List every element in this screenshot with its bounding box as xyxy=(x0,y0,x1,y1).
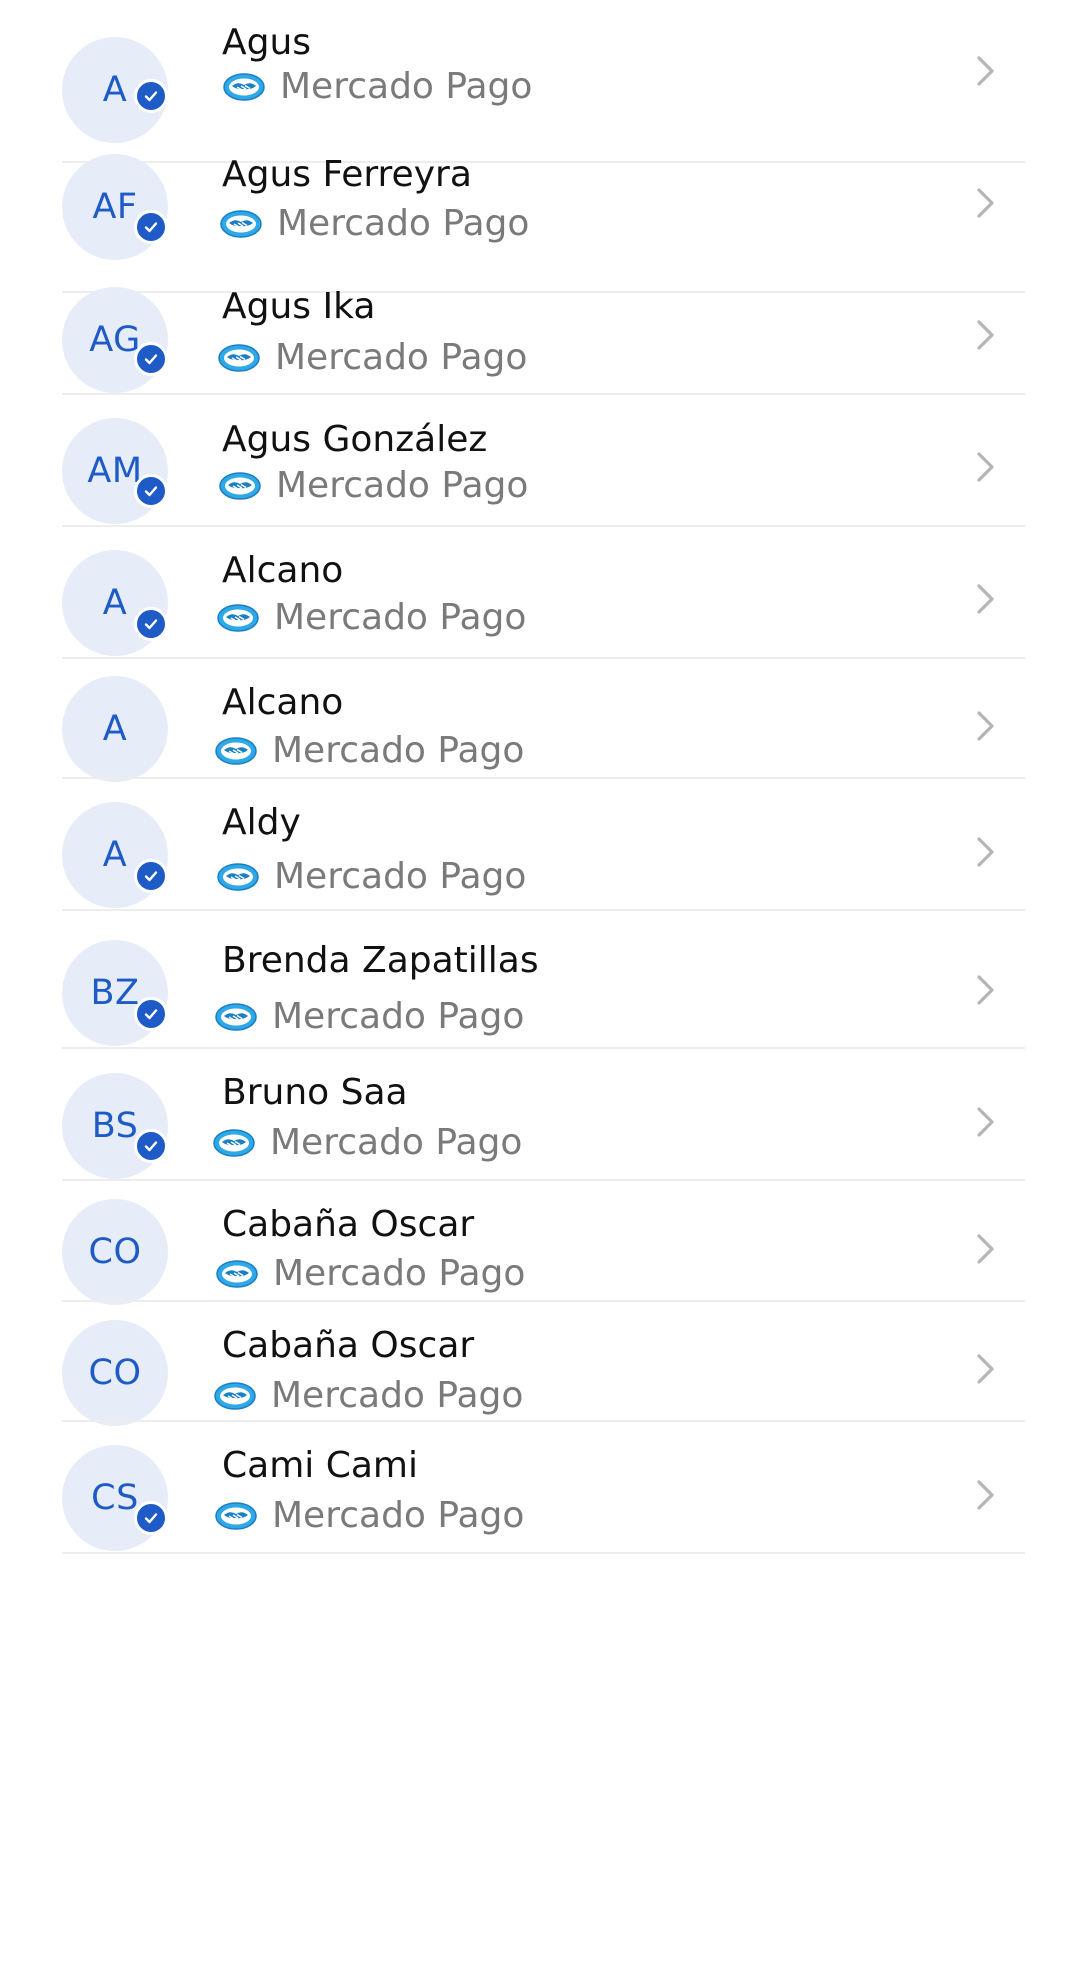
avatar: CO xyxy=(62,1320,168,1426)
row-divider xyxy=(62,1047,1025,1049)
chevron-right-icon xyxy=(977,320,994,350)
verified-check-icon xyxy=(134,1501,168,1535)
verified-check-icon xyxy=(134,210,168,244)
verified-check-icon xyxy=(134,474,168,508)
mercado-pago-logo-icon xyxy=(213,1128,255,1157)
row-divider xyxy=(62,1420,1025,1422)
mercado-pago-logo-icon xyxy=(215,736,257,765)
row-divider xyxy=(62,1179,1025,1181)
mercado-pago-logo-icon xyxy=(217,862,259,891)
mercado-pago-logo-icon xyxy=(216,1259,258,1288)
row-divider xyxy=(62,291,1025,293)
verified-check-icon xyxy=(134,607,168,641)
contact-list: A Agus Mercado Pago AF Agus Ferreyra Mercado … xyxy=(0,0,1080,1971)
chevron-right-icon xyxy=(977,1354,994,1384)
contact-name: Agus Ferreyra xyxy=(222,154,472,195)
avatar: A xyxy=(62,676,168,782)
provider-label: Mercado Pago xyxy=(215,1253,525,1294)
contact-name: Cabaña Oscar xyxy=(222,1204,475,1245)
contact-name: Agus Ika xyxy=(222,286,376,327)
provider-label: Mercado Pago xyxy=(217,337,527,378)
chevron-right-icon xyxy=(977,975,994,1005)
row-divider xyxy=(62,657,1025,659)
row-divider xyxy=(62,777,1025,779)
provider-name: Mercado Pago xyxy=(277,203,530,244)
provider-label: Mercado Pago xyxy=(214,996,524,1037)
avatar: CS xyxy=(62,1445,168,1551)
row-divider xyxy=(62,1300,1025,1302)
contact-name: Agus González xyxy=(222,419,488,460)
provider-label: Mercado Pago xyxy=(218,465,528,506)
mercado-pago-logo-icon xyxy=(215,1002,257,1031)
chevron-right-icon xyxy=(977,188,994,218)
provider-name: Mercado Pago xyxy=(275,337,528,378)
avatar: BS xyxy=(62,1073,168,1179)
provider-name: Mercado Pago xyxy=(272,996,525,1037)
row-divider xyxy=(62,1552,1025,1554)
provider-label: Mercado Pago xyxy=(214,1495,524,1536)
provider-label: Mercado Pago xyxy=(216,856,526,897)
verified-check-icon xyxy=(134,1129,168,1163)
avatar: AM xyxy=(62,418,168,524)
provider-label: Mercado Pago xyxy=(212,1122,522,1163)
chevron-right-icon xyxy=(977,711,994,741)
chevron-right-icon xyxy=(977,1107,994,1137)
mercado-pago-logo-icon xyxy=(223,72,265,101)
provider-name: Mercado Pago xyxy=(270,1122,523,1163)
mercado-pago-logo-icon xyxy=(219,471,261,500)
contact-name: Bruno Saa xyxy=(222,1072,408,1113)
provider-label: Mercado Pago xyxy=(213,1375,523,1416)
chevron-right-icon xyxy=(977,1480,994,1510)
provider-name: Mercado Pago xyxy=(280,66,533,107)
contact-name: Alcano xyxy=(222,682,344,723)
row-divider xyxy=(62,393,1025,395)
verified-check-icon xyxy=(134,859,168,893)
provider-label: Mercado Pago xyxy=(219,203,529,244)
avatar: CO xyxy=(62,1199,168,1305)
verified-check-icon xyxy=(134,79,168,113)
mercado-pago-logo-icon xyxy=(214,1381,256,1410)
provider-label: Mercado Pago xyxy=(222,66,532,107)
row-divider xyxy=(62,525,1025,527)
verified-check-icon xyxy=(134,342,168,376)
provider-label: Mercado Pago xyxy=(216,597,526,638)
provider-name: Mercado Pago xyxy=(272,1495,525,1536)
contact-name: Cami Cami xyxy=(222,1445,418,1486)
provider-name: Mercado Pago xyxy=(274,856,527,897)
provider-name: Mercado Pago xyxy=(273,1253,526,1294)
verified-check-icon xyxy=(134,997,168,1031)
chevron-right-icon xyxy=(977,837,994,867)
chevron-right-icon xyxy=(977,452,994,482)
provider-name: Mercado Pago xyxy=(272,730,525,771)
contact-name: Alcano xyxy=(222,550,344,591)
mercado-pago-logo-icon xyxy=(218,343,260,372)
provider-name: Mercado Pago xyxy=(271,1375,524,1416)
provider-name: Mercado Pago xyxy=(276,465,529,506)
mercado-pago-logo-icon xyxy=(215,1501,257,1530)
contact-name: Agus xyxy=(222,22,312,63)
contact-name: Cabaña Oscar xyxy=(222,1325,475,1366)
chevron-right-icon xyxy=(977,584,994,614)
provider-label: Mercado Pago xyxy=(214,730,524,771)
chevron-right-icon xyxy=(977,1234,994,1264)
avatar: AG xyxy=(62,287,168,393)
row-divider xyxy=(62,909,1025,911)
provider-name: Mercado Pago xyxy=(274,597,527,638)
mercado-pago-logo-icon xyxy=(217,603,259,632)
mercado-pago-logo-icon xyxy=(220,209,262,238)
contact-name: Brenda Zapatillas xyxy=(222,940,539,981)
chevron-right-icon xyxy=(977,56,994,86)
avatar: AF xyxy=(62,154,168,260)
row-divider xyxy=(62,161,1025,163)
contact-name: Aldy xyxy=(222,802,301,843)
